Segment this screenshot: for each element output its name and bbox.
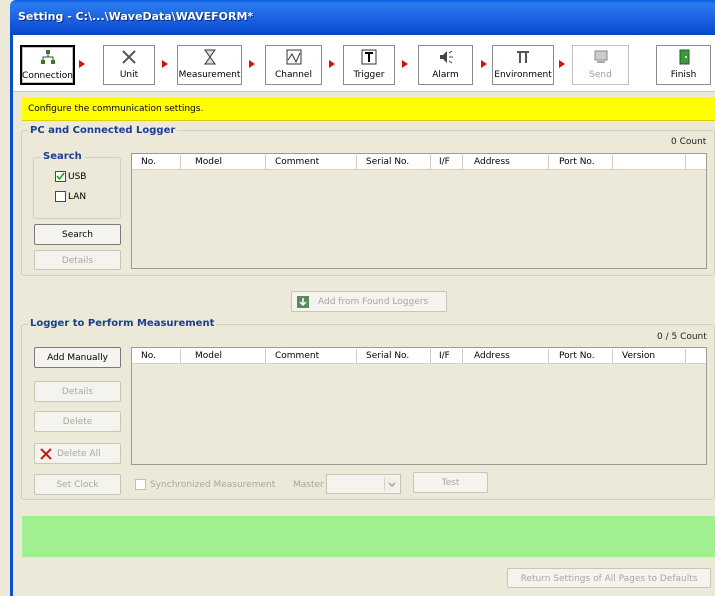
column-header: Model xyxy=(195,351,223,361)
column-header: No. xyxy=(141,157,156,167)
tab-alarm-label: Alarm xyxy=(432,70,459,80)
tab-channel-label: Channel xyxy=(275,70,312,80)
column-header: Serial No. xyxy=(366,157,410,167)
delete-all-button[interactable]: Delete All xyxy=(34,443,121,464)
status-area xyxy=(22,516,715,557)
info-bar: Configure the communication settings. xyxy=(22,97,715,121)
lan-checkbox[interactable] xyxy=(55,191,66,202)
column-header: Address xyxy=(474,157,510,167)
trigger-icon xyxy=(344,48,394,68)
tab-finish-label: Finish xyxy=(670,70,697,80)
measure-loggers-header: No. Model Comment Serial No. I/F Address… xyxy=(132,348,706,364)
waveform-icon xyxy=(266,48,321,68)
tab-trigger-label: Trigger xyxy=(353,70,385,80)
check-icon xyxy=(56,172,65,181)
tab-trigger[interactable]: Trigger xyxy=(343,45,395,85)
column-header: Version xyxy=(622,351,656,361)
delete-x-icon xyxy=(40,448,52,468)
pc-logger-group-title: PC and Connected Logger xyxy=(28,125,178,136)
search-group-title: Search xyxy=(41,151,84,162)
sync-measurement-label: Synchronized Measurement xyxy=(150,480,276,490)
column-header: Comment xyxy=(275,157,320,167)
send-icon xyxy=(573,48,628,68)
measure-count: 0 / 5 Count xyxy=(657,332,707,342)
lan-label: LAN xyxy=(68,192,87,202)
chevron-down-icon xyxy=(384,477,398,491)
tools-icon xyxy=(104,48,154,68)
sync-measurement-checkbox[interactable] xyxy=(135,479,146,490)
column-header: Port No. xyxy=(559,157,595,167)
tab-measurement[interactable]: Measurement xyxy=(177,45,242,85)
return-defaults-button[interactable]: Return Settings of All Pages to Defaults xyxy=(507,568,711,588)
found-loggers-table[interactable]: No. Model Comment Serial No. I/F Address… xyxy=(131,153,707,269)
step-arrow-icon xyxy=(559,60,565,68)
delete-button[interactable]: Delete xyxy=(34,411,121,432)
tab-environment[interactable]: Environment xyxy=(492,45,554,85)
tab-finish[interactable]: Finish xyxy=(656,45,711,85)
column-header: I/F xyxy=(439,351,450,361)
door-icon xyxy=(657,48,710,68)
step-arrow-icon xyxy=(402,60,408,68)
title-bar[interactable]: Setting - C:\...\WaveData\WAVEFORM* xyxy=(10,0,715,35)
column-header: Port No. xyxy=(559,351,595,361)
tab-unit-label: Unit xyxy=(119,70,139,80)
test-button[interactable]: Test xyxy=(413,472,488,493)
add-from-found-label: Add from Found Loggers xyxy=(318,297,429,307)
network-icon xyxy=(22,49,73,69)
column-header: Address xyxy=(474,351,510,361)
speaker-icon xyxy=(419,48,472,68)
search-button[interactable]: Search xyxy=(34,224,121,245)
add-from-found-button[interactable]: Add from Found Loggers xyxy=(291,291,447,312)
found-count: 0 Count xyxy=(671,137,707,147)
add-manually-button[interactable]: Add Manually xyxy=(34,347,121,368)
tab-connection-label: Connection xyxy=(22,71,73,81)
step-arrow-icon xyxy=(329,60,335,68)
set-clock-button[interactable]: Set Clock xyxy=(34,474,121,495)
tab-unit[interactable]: Unit xyxy=(103,45,155,85)
measure-loggers-table[interactable]: No. Model Comment Serial No. I/F Address… xyxy=(131,347,707,465)
tab-channel[interactable]: Channel xyxy=(265,45,322,85)
pc-details-button[interactable]: Details xyxy=(34,250,121,270)
master-label: Master xyxy=(293,480,324,490)
wizard-toolbar: Connection Unit Measurement Channel Trig… xyxy=(13,35,715,92)
step-arrow-icon xyxy=(79,60,85,68)
column-header: No. xyxy=(141,351,156,361)
tab-alarm[interactable]: Alarm xyxy=(418,45,473,85)
hourglass-icon xyxy=(178,48,241,68)
step-arrow-icon xyxy=(162,60,168,68)
measure-logger-group-title: Logger to Perform Measurement xyxy=(28,318,217,329)
tab-send-label: Send xyxy=(589,70,612,80)
window-title: Setting - C:\...\WaveData\WAVEFORM* xyxy=(18,10,254,23)
down-arrow-icon xyxy=(297,296,309,308)
column-header: Serial No. xyxy=(366,351,410,361)
usb-checkbox[interactable] xyxy=(55,171,66,182)
search-group xyxy=(33,157,121,219)
column-header: I/F xyxy=(439,157,450,167)
tab-connection[interactable]: Connection xyxy=(20,45,75,85)
tab-send[interactable]: Send xyxy=(572,45,629,85)
details-button[interactable]: Details xyxy=(34,381,121,402)
step-arrow-icon xyxy=(249,60,255,68)
delete-all-label: Delete All xyxy=(57,449,101,459)
usb-label: USB xyxy=(68,172,87,182)
step-arrow-icon xyxy=(481,60,487,68)
tab-environment-label: Environment xyxy=(494,70,552,80)
wrench-icon xyxy=(493,48,553,68)
column-header: Model xyxy=(195,157,223,167)
info-message: Configure the communication settings. xyxy=(28,104,204,114)
column-header: Comment xyxy=(275,351,320,361)
tab-measurement-label: Measurement xyxy=(178,70,241,80)
found-loggers-header: No. Model Comment Serial No. I/F Address… xyxy=(132,154,706,170)
master-select[interactable] xyxy=(326,474,401,494)
